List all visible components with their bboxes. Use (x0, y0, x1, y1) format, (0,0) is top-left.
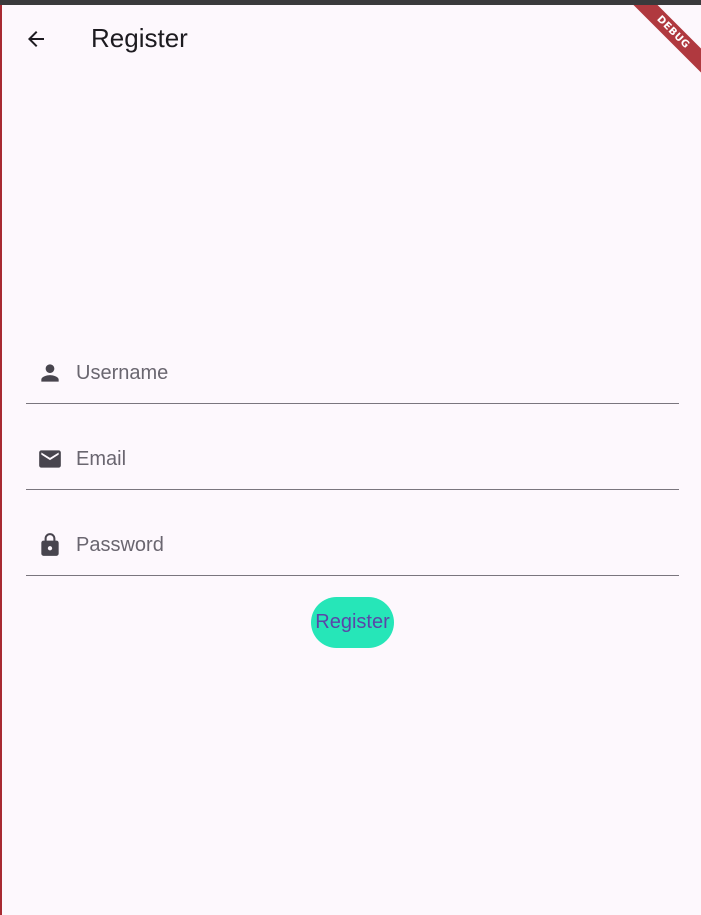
register-form (26, 346, 679, 604)
email-input[interactable] (76, 444, 666, 474)
mail-icon (39, 450, 61, 468)
username-input[interactable] (76, 358, 666, 388)
app-bar: Register (2, 5, 701, 71)
person-icon (41, 364, 59, 382)
email-field (26, 432, 679, 490)
register-button[interactable]: Register (311, 597, 394, 648)
back-button[interactable] (16, 19, 56, 59)
username-field (26, 346, 679, 404)
page-title: Register (91, 23, 188, 53)
arrow-back-icon (28, 31, 44, 47)
window-left-edge (0, 5, 2, 915)
password-input[interactable] (76, 530, 666, 560)
password-field (26, 518, 679, 576)
lock-icon (41, 533, 59, 556)
